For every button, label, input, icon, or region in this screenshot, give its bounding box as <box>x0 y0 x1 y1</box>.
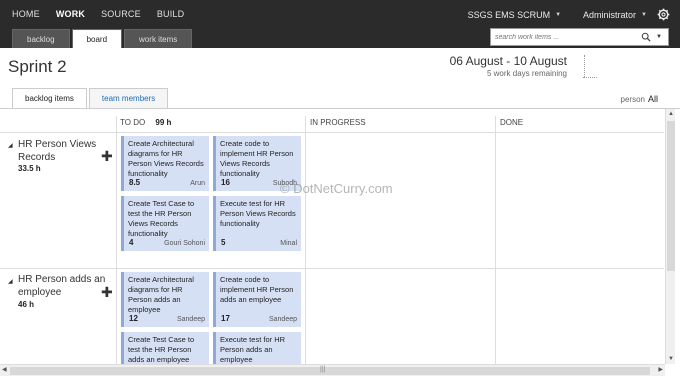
scroll-down-icon[interactable]: ▼ <box>668 356 674 362</box>
column-divider <box>116 116 117 364</box>
column-title-todo: TO DO <box>120 118 146 127</box>
tab-backlog[interactable]: backlog <box>12 29 70 48</box>
task-card[interactable]: Create Test Case to test the HR Person V… <box>121 196 209 251</box>
task-title: Execute test for HR Person Views Records… <box>220 199 296 228</box>
task-hours: 12 <box>129 314 138 323</box>
scroll-grip-icon: ||| <box>320 366 326 373</box>
column-divider <box>495 116 496 364</box>
watermark: © DotNetCurry.com <box>280 181 393 196</box>
story-title-line: HR Person adds an <box>18 274 106 285</box>
story-title[interactable]: HR Person adds an employee <box>18 273 105 299</box>
nav-home[interactable]: HOME <box>12 9 40 19</box>
task-card[interactable]: Execute test for HR Person adds an emplo… <box>213 332 301 364</box>
collapse-triangle-icon[interactable]: ◢ <box>8 278 13 285</box>
tab-board[interactable]: board <box>71 29 123 48</box>
scroll-thumb[interactable] <box>667 121 675 271</box>
chevron-down-icon[interactable]: ▼ <box>656 34 662 40</box>
header-right: SSGS EMS SCRUM ▼ Administrator ▼ <box>446 8 670 21</box>
task-owner: Sandeep <box>176 316 205 323</box>
top-nav: HOME WORK SOURCE BUILD <box>12 9 200 19</box>
scroll-up-icon[interactable]: ▲ <box>668 111 674 117</box>
task-hours: 16 <box>221 178 230 187</box>
task-owner: Minal <box>280 240 297 247</box>
column-todo-hours: 99 h <box>155 118 172 127</box>
task-hours: 5 <box>221 238 226 247</box>
tab-team-members[interactable]: team members <box>88 88 169 108</box>
gear-icon[interactable] <box>657 8 670 21</box>
nav-work[interactable]: WORK <box>56 9 85 19</box>
task-title: Create Test Case to test the HR Person V… <box>128 199 195 238</box>
scroll-thumb[interactable] <box>10 367 650 375</box>
chevron-down-icon: ▼ <box>641 11 647 18</box>
task-card[interactable]: Create Test Case to test the HR Person a… <box>121 332 209 364</box>
task-hours: 8.5 <box>129 178 141 187</box>
person-filter-label: person <box>620 95 645 104</box>
task-card[interactable]: Create code to implement HR Person adds … <box>213 272 301 327</box>
horizontal-scrollbar[interactable]: ◀ ||| ▶ <box>0 364 665 376</box>
nav-build[interactable]: BUILD <box>157 9 185 19</box>
page-title: Sprint 2 <box>8 57 67 76</box>
person-filter[interactable]: person All <box>621 94 658 104</box>
view-tabs: backlog items team members <box>12 88 170 108</box>
task-owner: Sandeep <box>268 316 297 323</box>
chevron-down-icon: ▼ <box>555 11 562 18</box>
story-hours: 46 h <box>18 300 35 309</box>
tab-backlog-items[interactable]: backlog items <box>12 88 87 108</box>
task-title: Create code to implement HR Person Views… <box>220 139 294 178</box>
story-title-line: employee <box>18 287 62 298</box>
scroll-right-icon[interactable]: ▶ <box>658 366 663 373</box>
task-card[interactable]: Create Architectural diagrams for HR Per… <box>121 272 209 327</box>
sub-tabs: backlog board work items <box>12 29 194 48</box>
nav-source[interactable]: SOURCE <box>101 9 141 19</box>
search-icon[interactable] <box>641 32 651 42</box>
board-header-line <box>0 132 664 133</box>
search-input[interactable] <box>491 33 639 41</box>
task-hours: 17 <box>221 314 230 323</box>
plus-icon[interactable]: ✚ <box>101 148 113 165</box>
top-bar: HOME WORK SOURCE BUILD SSGS EMS SCRUM ▼ … <box>0 0 680 48</box>
divider <box>0 108 680 109</box>
task-card[interactable]: Create Architectural diagrams for HR Per… <box>121 136 209 191</box>
tab-work-items[interactable]: work items <box>124 29 193 48</box>
work-days-remaining: 5 work days remaining <box>486 69 567 78</box>
task-title: Create Architectural diagrams for HR Per… <box>128 275 194 314</box>
column-header-todo: TO DO 99 h <box>120 118 171 131</box>
user-name: Administrator <box>583 9 637 20</box>
person-filter-value[interactable]: All <box>648 94 658 104</box>
task-owner: Gouri Sohoni <box>164 240 205 247</box>
vertical-scrollbar[interactable]: ▲ ▼ <box>665 109 675 364</box>
column-header-inprogress: IN PROGRESS <box>310 118 366 127</box>
scroll-left-icon[interactable]: ◀ <box>2 366 7 373</box>
task-title: Create Test Case to test the HR Person a… <box>128 335 195 364</box>
task-title: Create code to implement HR Person adds … <box>220 275 294 304</box>
capacity-indicator <box>584 55 585 77</box>
sprint-dates: 06 August - 10 August <box>449 54 567 68</box>
task-owner: Arun <box>190 180 205 187</box>
search-box: ▼ <box>490 28 669 46</box>
task-card[interactable]: Execute test for HR Person Views Records… <box>213 196 301 251</box>
story-hours: 33.5 h <box>18 164 41 173</box>
column-header-done: DONE <box>500 118 524 127</box>
story-title-line: Records <box>18 152 56 163</box>
project-name: SSGS EMS SCRUM <box>467 9 551 20</box>
column-divider <box>305 116 306 364</box>
swimlane-divider <box>0 268 664 269</box>
task-title: Execute test for HR Person adds an emplo… <box>220 335 286 364</box>
capacity-indicator-base <box>583 77 597 78</box>
plus-icon[interactable]: ✚ <box>101 284 113 301</box>
task-title: Create Architectural diagrams for HR Per… <box>128 139 204 178</box>
user-menu[interactable]: Administrator ▼ <box>583 10 647 20</box>
story-title-line: HR Person Views <box>18 139 97 150</box>
task-hours: 4 <box>129 238 134 247</box>
project-selector[interactable]: SSGS EMS SCRUM ▼ <box>468 10 561 20</box>
story-title[interactable]: HR Person Views Records <box>18 138 96 164</box>
collapse-triangle-icon[interactable]: ◢ <box>8 142 13 149</box>
